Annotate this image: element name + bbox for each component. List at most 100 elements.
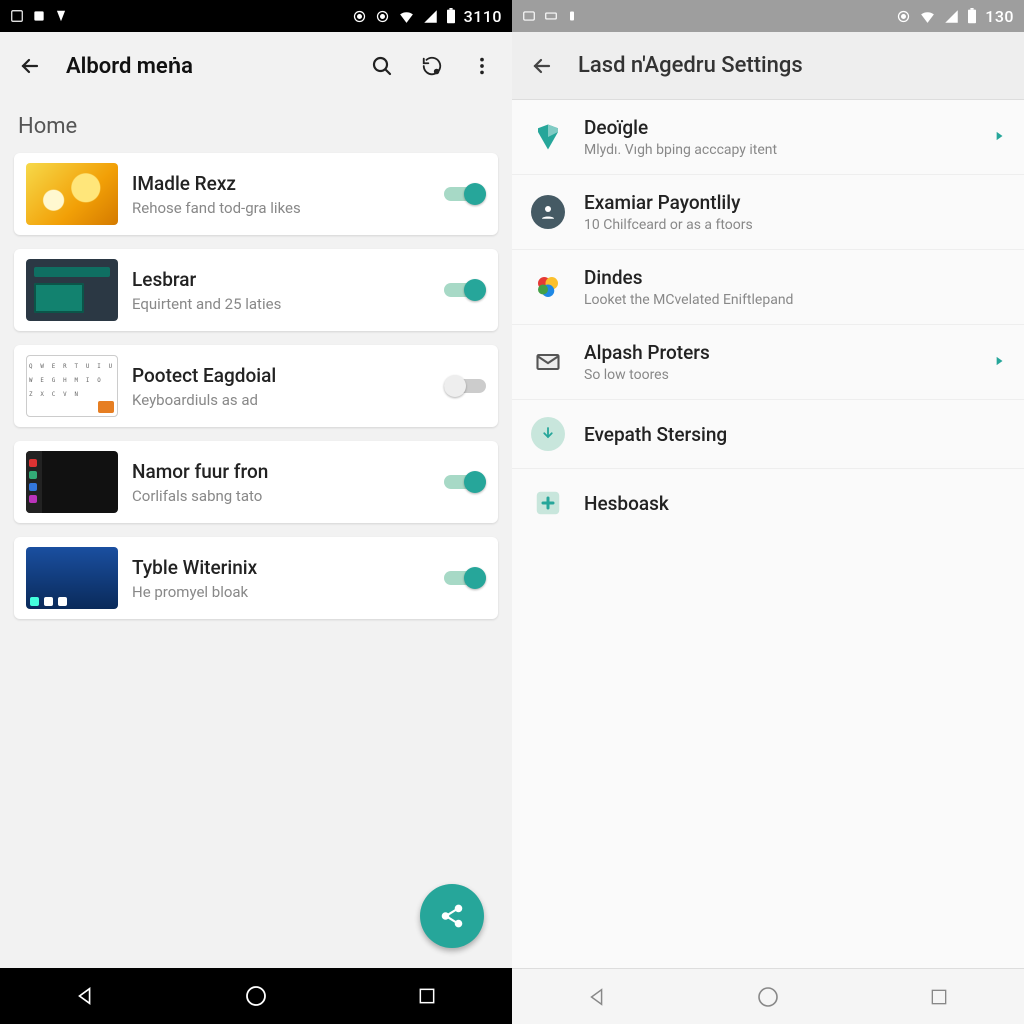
card-toggle[interactable] [444,182,486,206]
settings-row-subtitle: So low toores [584,367,974,383]
settings-row-subtitle: 10 Chilfceard or as a ftoors [584,217,1006,233]
card-title: Tyble Witerinix [132,556,430,579]
settings-row[interactable]: Evepath Stersing [512,400,1024,469]
wifi-icon [398,8,415,25]
settings-row-text: Evepath Stersing [584,423,1006,446]
card-title: Pootect Eagdoial [132,364,430,387]
card-thumbnail [26,451,118,513]
chevron-right-icon [992,128,1006,147]
plus-icon [530,485,566,521]
notif-icon-r1 [522,9,536,23]
back-button[interactable] [16,52,44,80]
navbar-left [0,968,512,1024]
target-icon [352,9,367,24]
search-button[interactable] [368,52,396,80]
navbar-right [512,968,1024,1024]
appbar-right: Lasd n'Agedru Settings [512,32,1024,100]
settings-row-subtitle: Looket the MCvelated Eniftlepand [584,292,1006,308]
card-subtitle: He promyel bloak [132,583,430,601]
download-icon [530,416,566,452]
card-title: Namor fuur fron [132,460,430,483]
signal-icon [423,9,438,24]
card-text: IMadle Rexz Rehose fand tod-gra likes [132,172,430,217]
settings-card[interactable]: LesbrarEquirtent and 25 laties [14,249,498,331]
card-subtitle: Keyboardiuls as ad [132,391,430,409]
settings-row-text: Dindes Looket the MCvelated Eniftlepand [584,266,1006,308]
settings-row[interactable]: Alpash Proters So low toores [512,325,1024,400]
nav-recent-button-r[interactable] [925,983,953,1011]
status-bar-right: 130 [512,0,1024,32]
settings-row[interactable]: Dindes Looket the MCvelated Eniftlepand [512,250,1024,325]
settings-row-text: Examiar Payontlily 10 Chilfceard or as a … [584,191,1006,233]
settings-row-title: Examiar Payontlily [584,191,1006,214]
target-icon-r [896,9,911,24]
nav-back-button[interactable] [71,982,99,1010]
status-bar-left: 3110 [0,0,512,32]
notif-icon [10,9,24,23]
card-toggle[interactable] [444,374,486,398]
notif-icon-2 [32,9,46,23]
settings-list: Deoïgle Mlydı. Vıgh bping acccapy itent Ex… [512,100,1024,968]
card-text: LesbrarEquirtent and 25 laties [132,268,430,313]
card-toggle[interactable] [444,278,486,302]
battery-icon [446,8,456,24]
settings-card[interactable]: Tyble Witerinix He promyel bloak [14,537,498,619]
target-icon-2 [375,9,390,24]
person-icon [530,194,566,230]
settings-row[interactable]: Hesboask [512,469,1024,537]
cards-container: IMadle Rexz Rehose fand tod-gra likes Lesb… [14,153,498,619]
battery-icon-r [967,8,977,24]
left-phone: 3110 Albord meṅa Home IMadle Rexz Rehose … [0,0,512,1024]
share-fab[interactable] [420,884,484,948]
settings-row-title: Dindes [584,266,1006,289]
back-button-right[interactable] [528,52,556,80]
nav-back-button-r[interactable] [583,983,611,1011]
settings-row-text: Hesboask [584,492,1006,515]
settings-row-title: Hesboask [584,492,1006,515]
nav-recent-button[interactable] [413,982,441,1010]
appbar-title-left: Albord meṅa [66,53,346,79]
card-thumbnail [26,163,118,225]
card-thumbnail [26,259,118,321]
card-subtitle: Rehose fand tod-gra likes [132,199,430,217]
colors-icon [530,269,566,305]
status-time-left: 3110 [464,7,502,26]
overflow-menu-button[interactable] [468,52,496,80]
nav-home-button[interactable] [242,982,270,1010]
card-toggle[interactable] [444,566,486,590]
settings-row-title: Deoïgle [584,116,974,139]
card-thumbnail [26,355,118,417]
right-phone: 130 Lasd n'Agedru Settings Deoïgle Mlydı.… [512,0,1024,1024]
refresh-button[interactable] [418,52,446,80]
shield-icon [530,119,566,155]
body-left: Home IMadle Rexz Rehose fand tod-gra like… [0,100,512,968]
settings-card[interactable]: IMadle Rexz Rehose fand tod-gra likes [14,153,498,235]
card-toggle[interactable] [444,470,486,494]
settings-row-title: Alpash Proters [584,341,974,364]
notif-icon-3 [54,9,68,23]
chevron-right-icon [992,353,1006,372]
card-title: IMadle Rexz [132,172,430,195]
mail-icon [530,344,566,380]
settings-row-subtitle: Mlydı. Vıgh bping acccapy itent [584,142,974,158]
nav-home-button-r[interactable] [754,983,782,1011]
card-text: Tyble Witerinix He promyel bloak [132,556,430,601]
settings-row-title: Evepath Stersing [584,423,1006,446]
settings-card[interactable]: Pootect Eagdoial Keyboardiuls as ad [14,345,498,427]
appbar-left: Albord meṅa [0,32,512,100]
settings-row-text: Deoïgle Mlydı. Vıgh bping acccapy itent [584,116,974,158]
notif-icon-r3 [566,9,578,23]
settings-row[interactable]: Examiar Payontlily 10 Chilfceard or as a … [512,175,1024,250]
settings-row-text: Alpash Proters So low toores [584,341,974,383]
card-thumbnail [26,547,118,609]
notif-icon-r2 [544,9,558,23]
card-subtitle: Corlifals sabng tato [132,487,430,505]
home-section-label: Home [18,114,494,139]
card-text: Pootect Eagdoial Keyboardiuls as ad [132,364,430,409]
settings-row[interactable]: Deoïgle Mlydı. Vıgh bping acccapy itent [512,100,1024,175]
wifi-icon-r [919,8,936,25]
card-text: Namor fuur fron Corlifals sabng tato [132,460,430,505]
settings-card[interactable]: Namor fuur fron Corlifals sabng tato [14,441,498,523]
status-time-right: 130 [985,7,1014,26]
signal-icon-r [944,9,959,24]
